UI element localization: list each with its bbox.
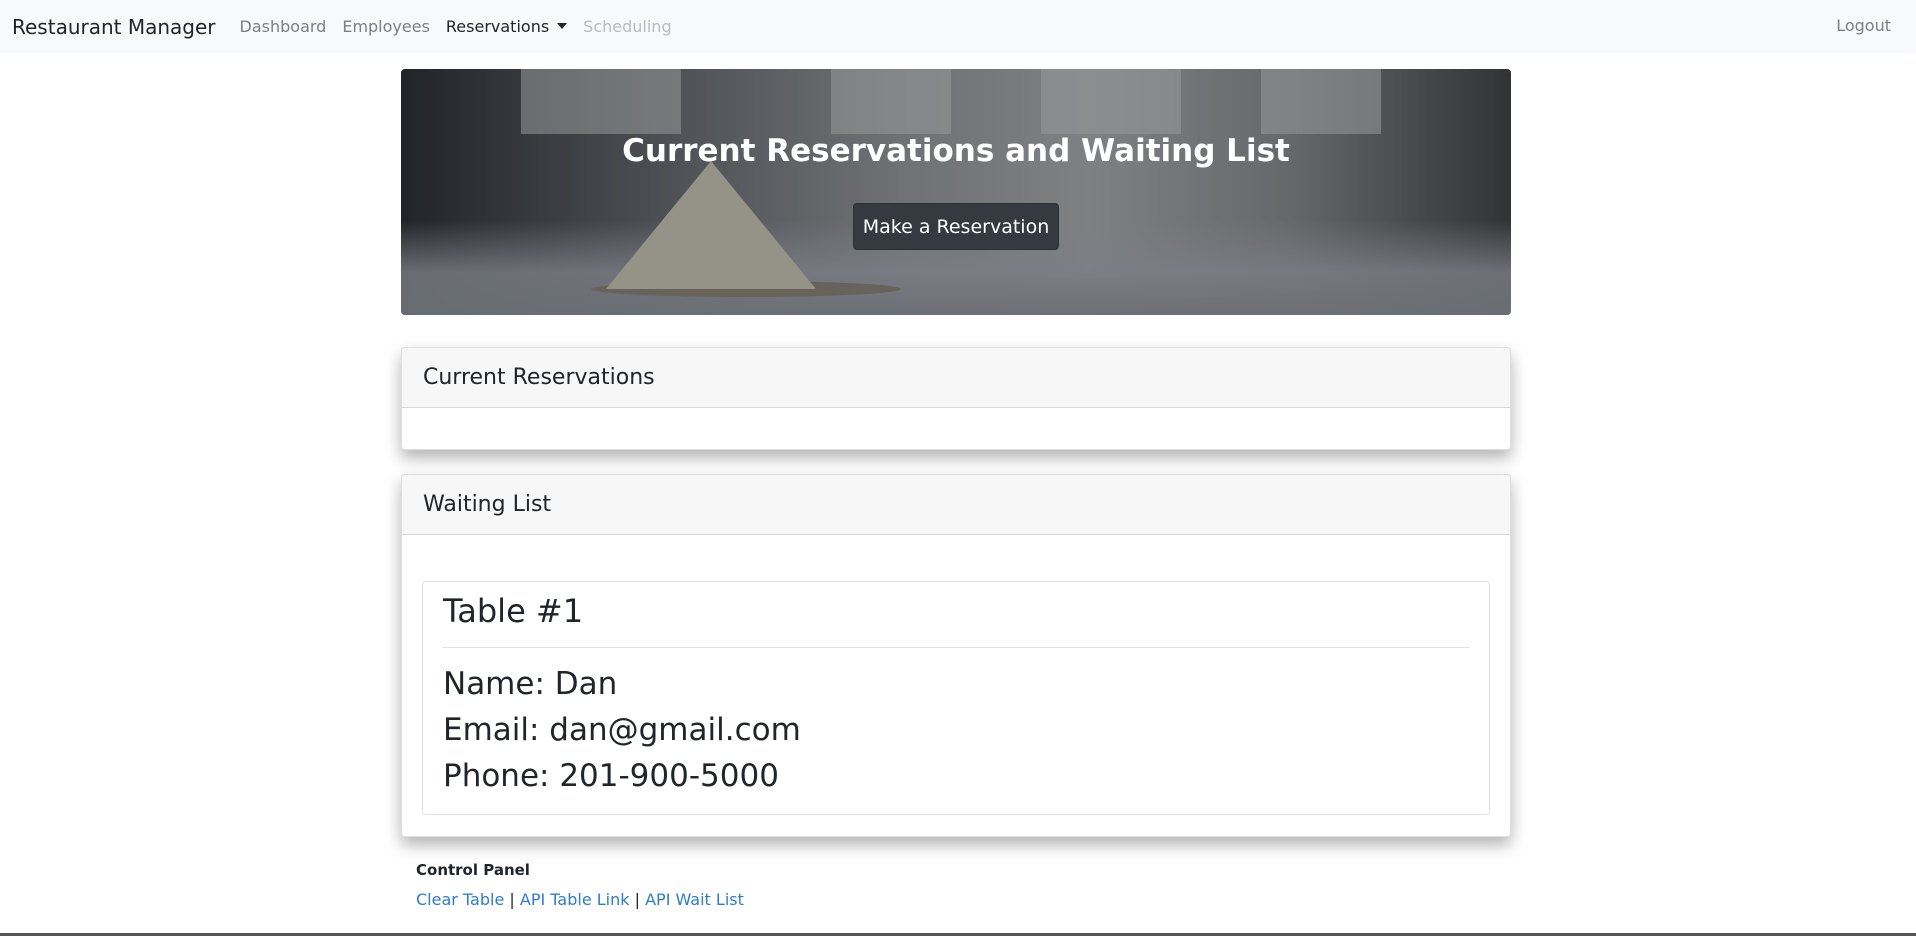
table-number: Table #1 (443, 592, 584, 630)
clear-table-link[interactable]: Clear Table (416, 890, 504, 909)
brand-logo-text[interactable]: Restaurant Manager (12, 15, 216, 39)
current-reservations-card: Current Reservations (401, 347, 1511, 450)
current-reservations-header: Current Reservations (402, 348, 1510, 408)
logout-link[interactable]: Logout (1836, 16, 1891, 35)
nav-link-scheduling: Scheduling (583, 17, 672, 36)
link-separator: | (509, 890, 515, 909)
api-wait-list-link[interactable]: API Wait List (645, 890, 744, 909)
api-table-link[interactable]: API Table Link (520, 890, 630, 909)
make-reservation-button[interactable]: Make a Reservation (853, 203, 1059, 250)
hero-overlay (401, 69, 1511, 315)
control-panel-title: Control Panel (416, 861, 530, 879)
hero-banner: Current Reservations and Waiting List Ma… (401, 69, 1511, 315)
hero-title: Current Reservations and Waiting List (622, 133, 1290, 169)
link-separator: | (634, 890, 640, 909)
divider (443, 647, 1469, 648)
guest-email: Email: dan@gmail.com (443, 712, 801, 748)
waiting-list-header: Waiting List (402, 475, 1510, 535)
waiting-list-entry: Table #1 Name: Dan Email: dan@gmail.com … (422, 581, 1490, 815)
control-panel-links: Clear Table | API Table Link | API Wait … (416, 890, 744, 909)
top-navbar: Restaurant Manager Dashboard Employees R… (0, 0, 1916, 53)
caret-down-icon (557, 23, 568, 29)
waiting-list-card: Waiting List Table #1 Name: Dan Email: d… (401, 474, 1511, 837)
guest-phone: Phone: 201-900-5000 (443, 758, 779, 794)
guest-name: Name: Dan (443, 666, 618, 702)
nav-dropdown-reservations[interactable]: Reservations (445, 17, 568, 36)
nav-dropdown-reservations-label: Reservations (445, 17, 550, 36)
nav-link-employees[interactable]: Employees (342, 17, 430, 36)
nav-link-dashboard[interactable]: Dashboard (240, 17, 327, 36)
